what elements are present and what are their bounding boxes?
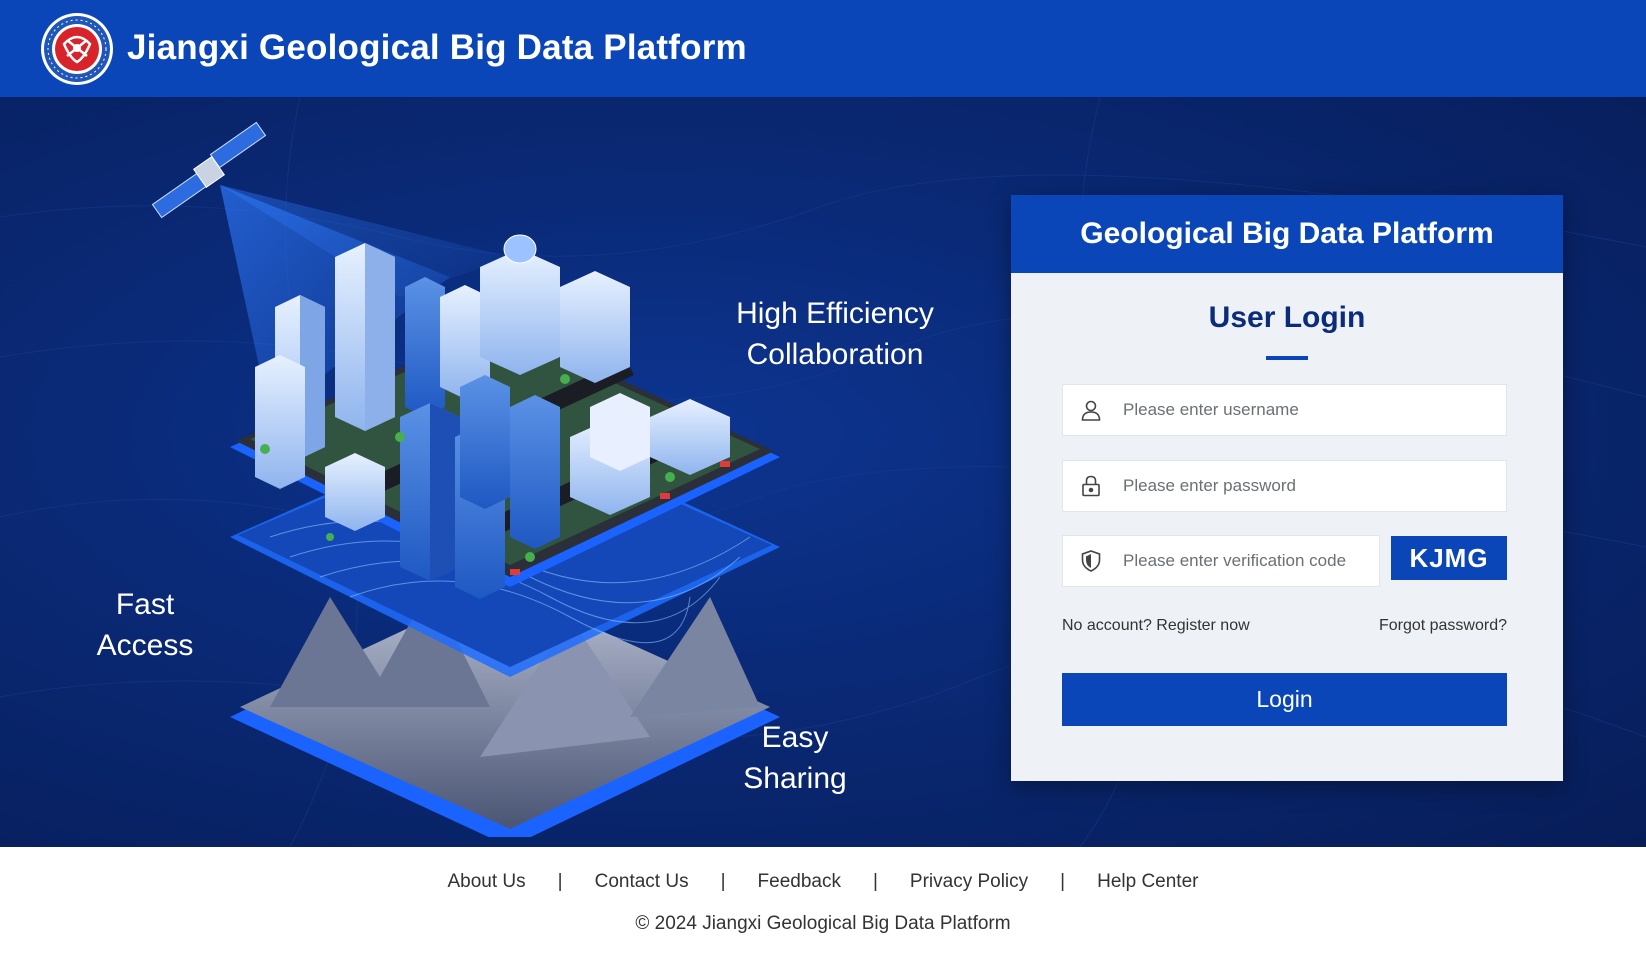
footer-link-feedback[interactable]: Feedback (758, 871, 841, 893)
username-input[interactable] (1123, 400, 1506, 420)
footer-separator: | (720, 871, 726, 892)
lock-icon (1077, 472, 1105, 500)
login-card: Geological Big Data Platform User Login (1011, 195, 1563, 781)
top-header: Jiangxi Geological Big Data Platform (0, 0, 1646, 97)
login-button[interactable]: Login (1062, 673, 1507, 726)
footer-separator: | (557, 871, 563, 892)
register-link[interactable]: No account? Register now (1062, 617, 1250, 635)
slogan-collaboration: High Efficiency Collaboration (736, 297, 934, 371)
username-field[interactable] (1062, 384, 1507, 436)
footer-link-privacy[interactable]: Privacy Policy (910, 871, 1028, 893)
footer-link-contact[interactable]: Contact Us (595, 871, 689, 893)
captcha-image[interactable]: KJMG (1391, 536, 1507, 580)
copyright-text: © 2024 Jiangxi Geological Big Data Platf… (635, 913, 1011, 934)
verification-code-input[interactable] (1123, 551, 1379, 571)
login-heading: User Login (1208, 301, 1366, 334)
user-icon (1077, 396, 1105, 424)
page-footer: About Us | Contact Us | Feedback | Priva… (0, 847, 1646, 956)
login-card-header: Geological Big Data Platform (1011, 195, 1563, 273)
slogan-easy-sharing: Easy Sharing (743, 721, 847, 795)
verification-code-field[interactable] (1062, 535, 1380, 587)
footer-link-about[interactable]: About Us (448, 871, 526, 893)
footer-separator: | (872, 871, 878, 892)
password-input[interactable] (1123, 476, 1506, 496)
forgot-password-link[interactable]: Forgot password? (1379, 617, 1507, 635)
password-field[interactable] (1062, 460, 1507, 512)
site-title: Jiangxi Geological Big Data Platform (127, 28, 747, 67)
shield-icon (1077, 547, 1105, 575)
geological-bureau-emblem-icon[interactable] (40, 12, 114, 86)
heading-underline (1266, 356, 1308, 360)
hero-banner: High Efficiency Collaboration Fast Acces… (0, 97, 1646, 847)
footer-link-help[interactable]: Help Center (1097, 871, 1198, 893)
slogan-fast-access: Fast Access (96, 588, 194, 662)
footer-separator: | (1060, 871, 1066, 892)
footer-links: About Us | Contact Us | Feedback | Priva… (0, 871, 1646, 893)
